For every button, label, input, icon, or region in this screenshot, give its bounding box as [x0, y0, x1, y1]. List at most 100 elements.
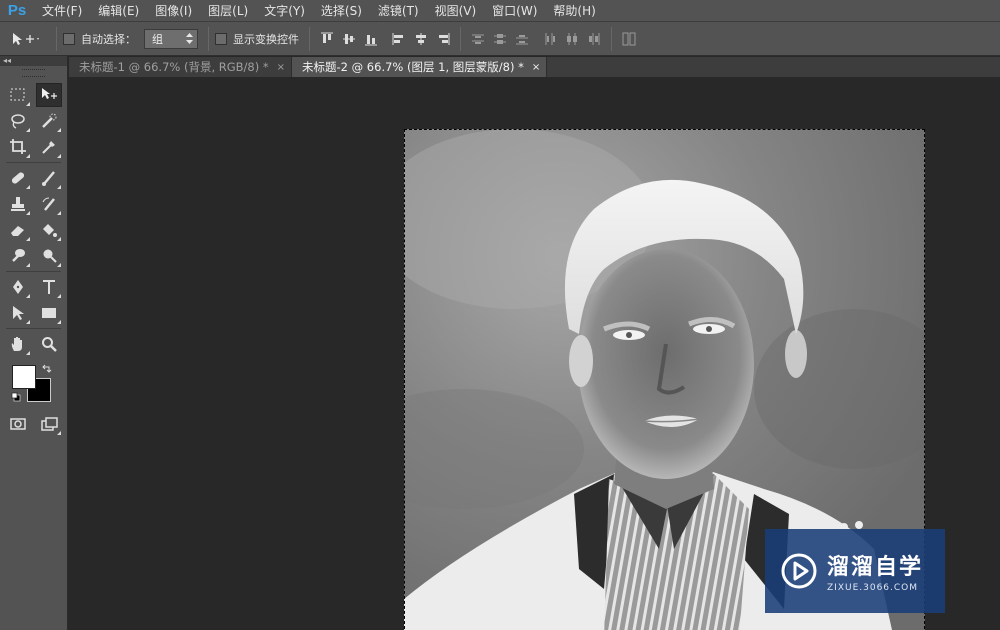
menu-view[interactable]: 视图(V) [427, 0, 485, 22]
history-brush-icon [42, 197, 55, 211]
stamp-icon [11, 197, 25, 211]
dodge-icon [43, 249, 57, 263]
toolbox-divider [6, 328, 61, 329]
align-vcenter-button[interactable] [338, 28, 360, 50]
watermark: 溜溜自学 ZIXUE.3066.COM [765, 529, 945, 613]
rect-marquee-icon [10, 88, 25, 101]
distribute-vcenter-button[interactable] [489, 28, 511, 50]
toolbox: ◂◂ [0, 56, 68, 630]
tool-crop[interactable] [5, 135, 31, 159]
distribute-top-button[interactable] [467, 28, 489, 50]
watermark-text: 溜溜自学 ZIXUE.3066.COM [827, 549, 923, 593]
align-hcenter-button[interactable] [410, 28, 432, 50]
tool-quick-selection[interactable] [36, 109, 62, 133]
distribute-bottom-button[interactable] [511, 28, 533, 50]
auto-select-dropdown[interactable]: 组 [144, 28, 198, 49]
menu-filter[interactable]: 滤镜(T) [370, 0, 427, 22]
photoshop-window: Ps 文件(F) 编辑(E) 图像(I) 图层(L) 文字(Y) 选择(S) 滤… [0, 0, 1000, 630]
tool-path-selection[interactable] [5, 301, 31, 325]
toolbox-collapse-button[interactable]: ◂◂ [0, 56, 67, 66]
distribute-left-button[interactable] [539, 28, 561, 50]
menu-select[interactable]: 选择(S) [313, 0, 370, 22]
show-transform-label: 显示变换控件 [233, 32, 299, 46]
tool-clone-stamp[interactable] [5, 192, 31, 216]
tool-zoom[interactable] [36, 332, 62, 356]
pen-icon [13, 280, 23, 294]
tool-hand[interactable] [5, 332, 31, 356]
document-tab-bar: 未标题-1 @ 66.7% (背景, RGB/8) * × 未标题-2 @ 66… [69, 57, 1000, 77]
tool-history-brush[interactable] [36, 192, 62, 216]
auto-align-layers-button[interactable] [618, 28, 640, 50]
tab-close-icon[interactable]: × [532, 62, 540, 73]
lasso-icon [11, 114, 25, 129]
menu-edit[interactable]: 编辑(E) [90, 0, 147, 22]
tool-move[interactable] [36, 83, 62, 107]
align-top-button[interactable] [316, 28, 338, 50]
auto-select-checkbox[interactable] [63, 32, 75, 45]
eraser-icon [11, 226, 24, 236]
toolbox-divider [6, 162, 61, 163]
show-transform-checkbox[interactable] [215, 32, 227, 45]
align-left-icon [392, 32, 403, 45]
document-tab-label: 未标题-1 @ 66.7% (背景, RGB/8) * [79, 60, 269, 74]
type-icon [43, 280, 55, 294]
tool-eyedropper[interactable] [36, 135, 62, 159]
distribute-vcenter-icon [494, 33, 506, 44]
distribute-left-icon [545, 32, 555, 45]
tool-eraser[interactable] [5, 218, 31, 242]
align-left-button[interactable] [388, 28, 410, 50]
document-tab-label: 未标题-2 @ 66.7% (图层 1, 图层蒙版/8) * [302, 60, 524, 74]
quick-mask-icon [10, 418, 26, 430]
tool-smudge[interactable] [5, 244, 31, 268]
tool-pen[interactable] [5, 275, 31, 299]
ps-logo: Ps [7, 2, 27, 19]
bandage-icon [11, 172, 25, 184]
menu-window[interactable]: 窗口(W) [484, 0, 545, 22]
tool-preset-picker[interactable] [0, 26, 50, 52]
tool-paint-bucket[interactable] [36, 218, 62, 242]
default-colors-icon[interactable] [11, 392, 21, 402]
screen-mode-icon [41, 417, 58, 431]
tool-screen-mode[interactable] [36, 412, 62, 436]
menu-bar: Ps 文件(F) 编辑(E) 图像(I) 图层(L) 文字(Y) 选择(S) 滤… [0, 0, 1000, 22]
tool-rect-marquee[interactable] [5, 83, 31, 107]
tool-quick-mask[interactable] [5, 412, 31, 436]
document-tab-1[interactable]: 未标题-1 @ 66.7% (背景, RGB/8) * × [69, 57, 293, 77]
menu-layer[interactable]: 图层(L) [200, 0, 256, 22]
updown-arrow-icon [186, 33, 193, 44]
brush-icon [42, 171, 55, 186]
tab-close-icon[interactable]: × [277, 62, 285, 73]
divider [309, 26, 310, 51]
paint-bucket-icon [43, 224, 57, 237]
tool-rectangle[interactable] [36, 301, 62, 325]
align-bottom-button[interactable] [360, 28, 382, 50]
move-icon [42, 88, 57, 99]
tool-healing-brush[interactable] [5, 166, 31, 190]
hand-icon [11, 337, 22, 351]
distribute-hcenter-button[interactable] [561, 28, 583, 50]
divider [56, 26, 57, 51]
menu-help[interactable]: 帮助(H) [545, 0, 603, 22]
watermark-subtitle: ZIXUE.3066.COM [827, 583, 919, 593]
quick-selection-icon [42, 113, 57, 128]
toolbox-grip[interactable] [22, 69, 45, 77]
divider [611, 26, 612, 51]
options-bar: 自动选择： 组 显示变换控件 [0, 22, 1000, 56]
foreground-color-swatch[interactable] [12, 365, 36, 389]
distribute-right-button[interactable] [583, 28, 605, 50]
swap-colors-icon[interactable] [42, 364, 52, 374]
document-tab-2[interactable]: 未标题-2 @ 66.7% (图层 1, 图层蒙版/8) * × [292, 57, 548, 77]
watermark-title: 溜溜自学 [827, 555, 924, 580]
tool-type[interactable] [36, 275, 62, 299]
distribute-right-icon [589, 32, 600, 45]
menu-file[interactable]: 文件(F) [34, 0, 90, 22]
distribute-bottom-icon [516, 34, 528, 44]
menu-type[interactable]: 文字(Y) [256, 0, 313, 22]
tool-dodge[interactable] [36, 244, 62, 268]
menu-image[interactable]: 图像(I) [147, 0, 200, 22]
auto-select-value: 组 [152, 32, 163, 46]
tool-lasso[interactable] [5, 109, 31, 133]
tool-brush[interactable] [36, 166, 62, 190]
align-right-button[interactable] [432, 28, 454, 50]
align-top-icon [321, 32, 333, 43]
